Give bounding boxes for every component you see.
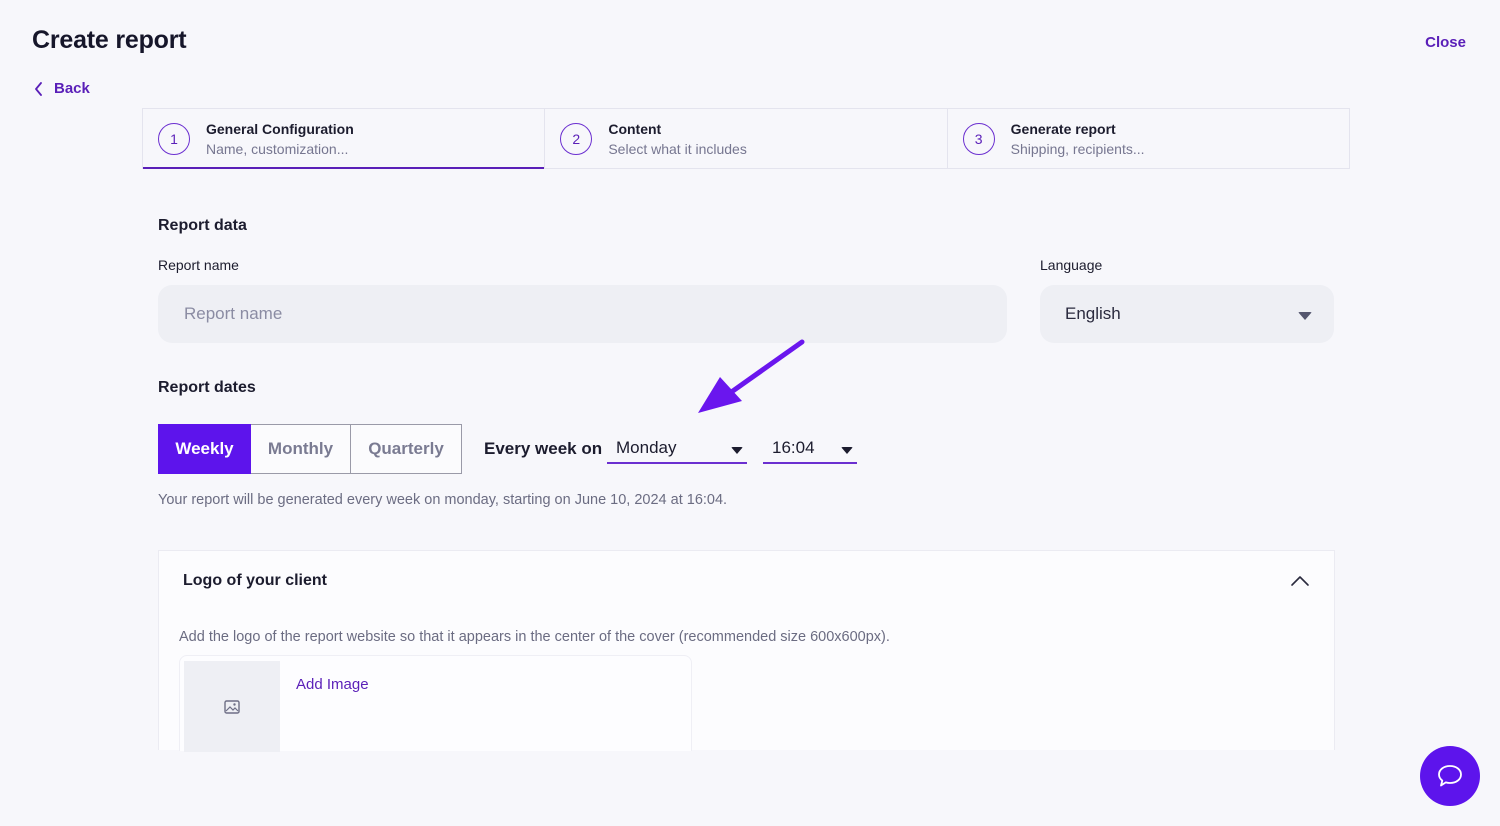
- language-value: English: [1065, 304, 1121, 323]
- frequency-toggle: Weekly Monthly Quarterly: [158, 424, 462, 474]
- report-name-input[interactable]: [158, 285, 1007, 343]
- logo-thumbnail[interactable]: [184, 661, 280, 752]
- frequency-weekly-button[interactable]: Weekly: [158, 424, 251, 474]
- annotation-arrow-icon: [698, 339, 805, 413]
- report-data-heading: Report data: [158, 217, 247, 234]
- every-week-label: Every week on: [484, 439, 603, 458]
- step-title: Generate report: [1010, 120, 1116, 137]
- stepper: 1 General Configuration Name, customizat…: [142, 108, 1350, 169]
- language-label: Language: [1040, 257, 1103, 273]
- report-name-label: Report name: [158, 257, 239, 273]
- caret-down-icon: [731, 446, 743, 454]
- caret-down-icon: [841, 446, 853, 454]
- caret-down-icon: [1298, 312, 1312, 320]
- step-title: General Configuration: [206, 120, 354, 137]
- chevron-up-icon[interactable]: [1290, 573, 1310, 589]
- report-dates-heading: Report dates: [158, 379, 256, 396]
- frequency-monthly-button[interactable]: Monthly: [251, 424, 351, 474]
- step-generate-report[interactable]: 3 Generate report Shipping, recipients..…: [948, 109, 1349, 168]
- time-value: 16:04: [772, 438, 815, 457]
- step-subtitle: Select what it includes: [608, 140, 747, 157]
- chevron-left-icon: [35, 81, 42, 96]
- schedule-note: Your report will be generated every week…: [158, 492, 728, 508]
- step-content[interactable]: 2 Content Select what it includes: [545, 109, 948, 168]
- logo-description: Add the logo of the report website so th…: [179, 629, 890, 645]
- page-title: Create report: [32, 26, 187, 54]
- step-title: Content: [608, 120, 662, 137]
- logo-upload-box: Add Image: [179, 655, 692, 752]
- step-general-configuration[interactable]: 1 General Configuration Name, customizat…: [143, 109, 546, 169]
- day-select[interactable]: Monday: [607, 434, 747, 464]
- logo-panel: Logo of your client Add the logo of the …: [158, 550, 1335, 752]
- back-link[interactable]: Back: [34, 80, 90, 97]
- close-link[interactable]: Close: [1425, 34, 1466, 51]
- step-number: 1: [158, 122, 190, 155]
- step-subtitle: Name, customization...: [206, 140, 349, 157]
- back-label: Back: [54, 80, 90, 97]
- language-select[interactable]: English: [1040, 285, 1334, 343]
- step-number: 3: [962, 122, 995, 155]
- chat-bubble-icon: [1438, 765, 1462, 787]
- step-number: 2: [560, 122, 593, 155]
- add-image-link[interactable]: Add Image: [296, 676, 369, 693]
- chat-button[interactable]: [1420, 746, 1480, 806]
- time-select[interactable]: 16:04: [763, 434, 857, 464]
- day-value: Monday: [616, 438, 677, 457]
- image-icon: [224, 699, 240, 714]
- logo-panel-title: Logo of your client: [183, 572, 327, 589]
- frequency-quarterly-button[interactable]: Quarterly: [351, 424, 462, 474]
- step-subtitle: Shipping, recipients...: [1010, 140, 1145, 157]
